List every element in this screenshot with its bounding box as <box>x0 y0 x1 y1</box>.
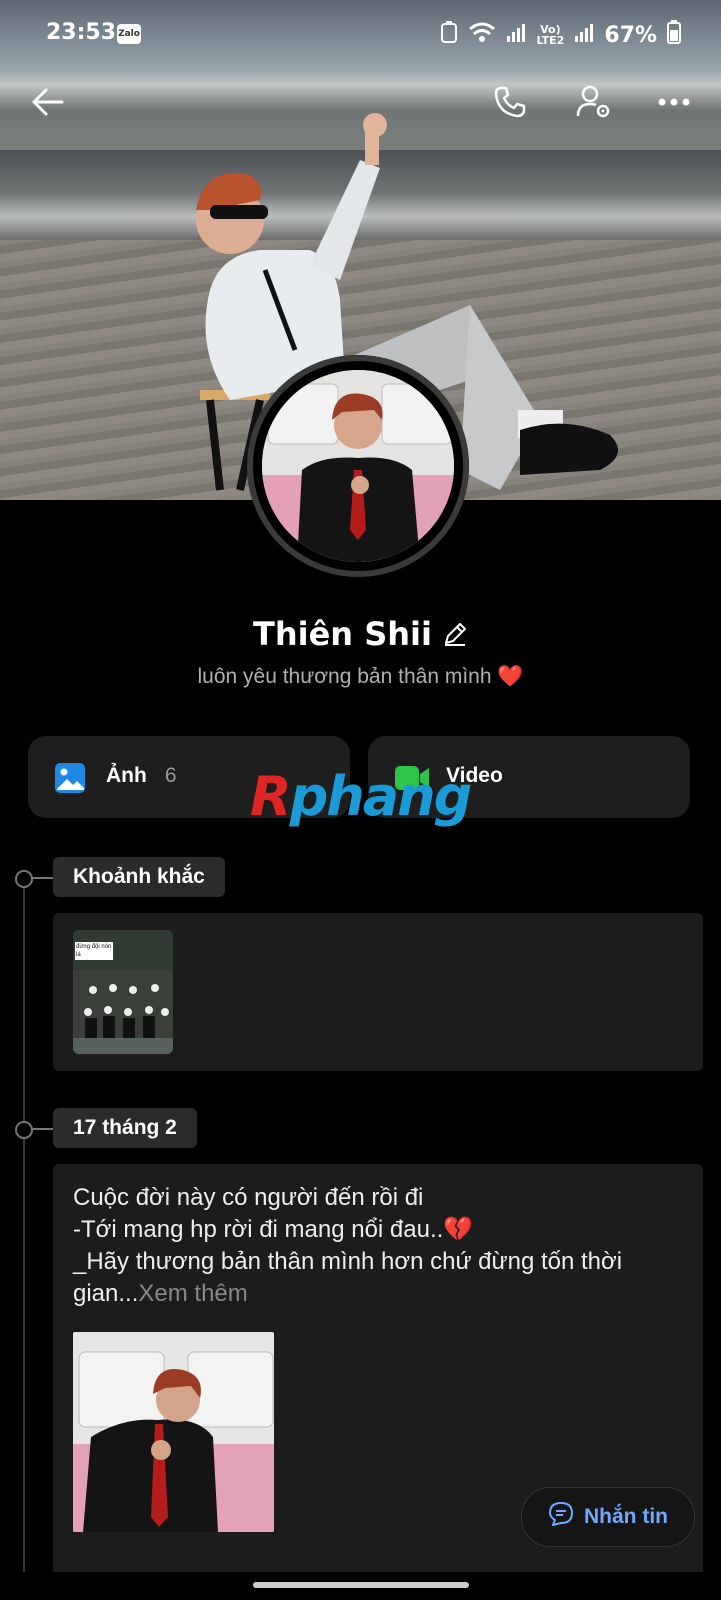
timeline-dot-date <box>15 1121 33 1139</box>
send-message-label: Nhắn tin <box>584 1505 668 1528</box>
signal-icon-2 <box>574 22 594 48</box>
status-time: 23:53 <box>46 20 117 45</box>
photos-count: 6 <box>164 764 177 787</box>
photo-gallery-icon <box>54 762 86 799</box>
profile-bio: luôn yêu thương bản thân mình ❤️ <box>197 665 524 688</box>
profile-name: Thiên Shii <box>253 615 432 653</box>
top-action-bar <box>0 80 721 130</box>
rphang-watermark-logo: Rphang <box>250 765 473 828</box>
timeline-line <box>23 872 25 1600</box>
see-more-link[interactable]: Xem thêm <box>138 1280 247 1307</box>
post-photo[interactable] <box>73 1332 274 1532</box>
timeline-tick <box>31 877 53 879</box>
send-message-button[interactable]: Nhắn tin <box>521 1487 695 1547</box>
watermark-r: R <box>250 765 292 828</box>
back-arrow-icon[interactable] <box>26 80 70 124</box>
signal-icon-1 <box>506 22 526 48</box>
post-photo-image <box>73 1332 274 1532</box>
moment-thumbnail[interactable]: đừng đội nón lá <box>73 930 173 1054</box>
photos-label: Ảnh <box>106 764 147 787</box>
moments-label: Khoảnh khắc <box>53 857 225 897</box>
profile-settings-icon[interactable] <box>572 80 616 124</box>
profile-name-row: Thiên Shii <box>0 615 721 655</box>
watermark-rest: phang <box>289 765 473 828</box>
post-line: _Hãy thương bản thân mình hơn chứ đừng t… <box>73 1248 623 1275</box>
network-type: LTE2 <box>536 34 565 47</box>
moment-thumbnail-caption: đừng đội nón lá <box>75 942 113 960</box>
timeline-tick <box>31 1128 53 1130</box>
post-last-line: gian... <box>73 1280 139 1307</box>
zalo-notification-icon: Zalo <box>117 24 141 44</box>
status-bar: 23:53 Zalo Vo) LTE2 67% <box>0 0 721 70</box>
status-right-group: Vo) LTE2 67% <box>440 20 681 50</box>
edit-pencil-icon[interactable] <box>442 617 468 655</box>
post-text[interactable]: Cuộc đời này có người đến rồi đi -Tới ma… <box>73 1182 673 1310</box>
photos-label-row: Ảnh 6 <box>106 764 177 788</box>
avatar-person-figure <box>262 370 454 562</box>
home-gesture-handle[interactable] <box>253 1582 469 1588</box>
battery-icon <box>667 20 681 50</box>
chat-bubble-icon <box>548 1501 574 1533</box>
wifi-icon <box>468 21 496 49</box>
post-date-label: 17 tháng 2 <box>53 1108 197 1148</box>
post-line: -Tới mang hp rời đi mang nổi đau..💔 <box>73 1216 474 1243</box>
timeline-dot-moments <box>15 870 33 888</box>
moments-card: đừng đội nón lá <box>53 913 703 1071</box>
network-type-label: Vo) LTE2 <box>536 23 565 47</box>
system-nav-bar <box>0 1572 721 1600</box>
more-options-icon[interactable] <box>652 80 696 124</box>
battery-percent: 67% <box>604 22 657 48</box>
phone-call-icon[interactable] <box>488 80 532 124</box>
battery-saver-icon <box>440 21 458 49</box>
post-line: Cuộc đời này có người đến rồi đi <box>73 1184 424 1211</box>
post-line-last: gian...Xem thêm <box>73 1278 673 1310</box>
avatar[interactable] <box>262 370 454 562</box>
